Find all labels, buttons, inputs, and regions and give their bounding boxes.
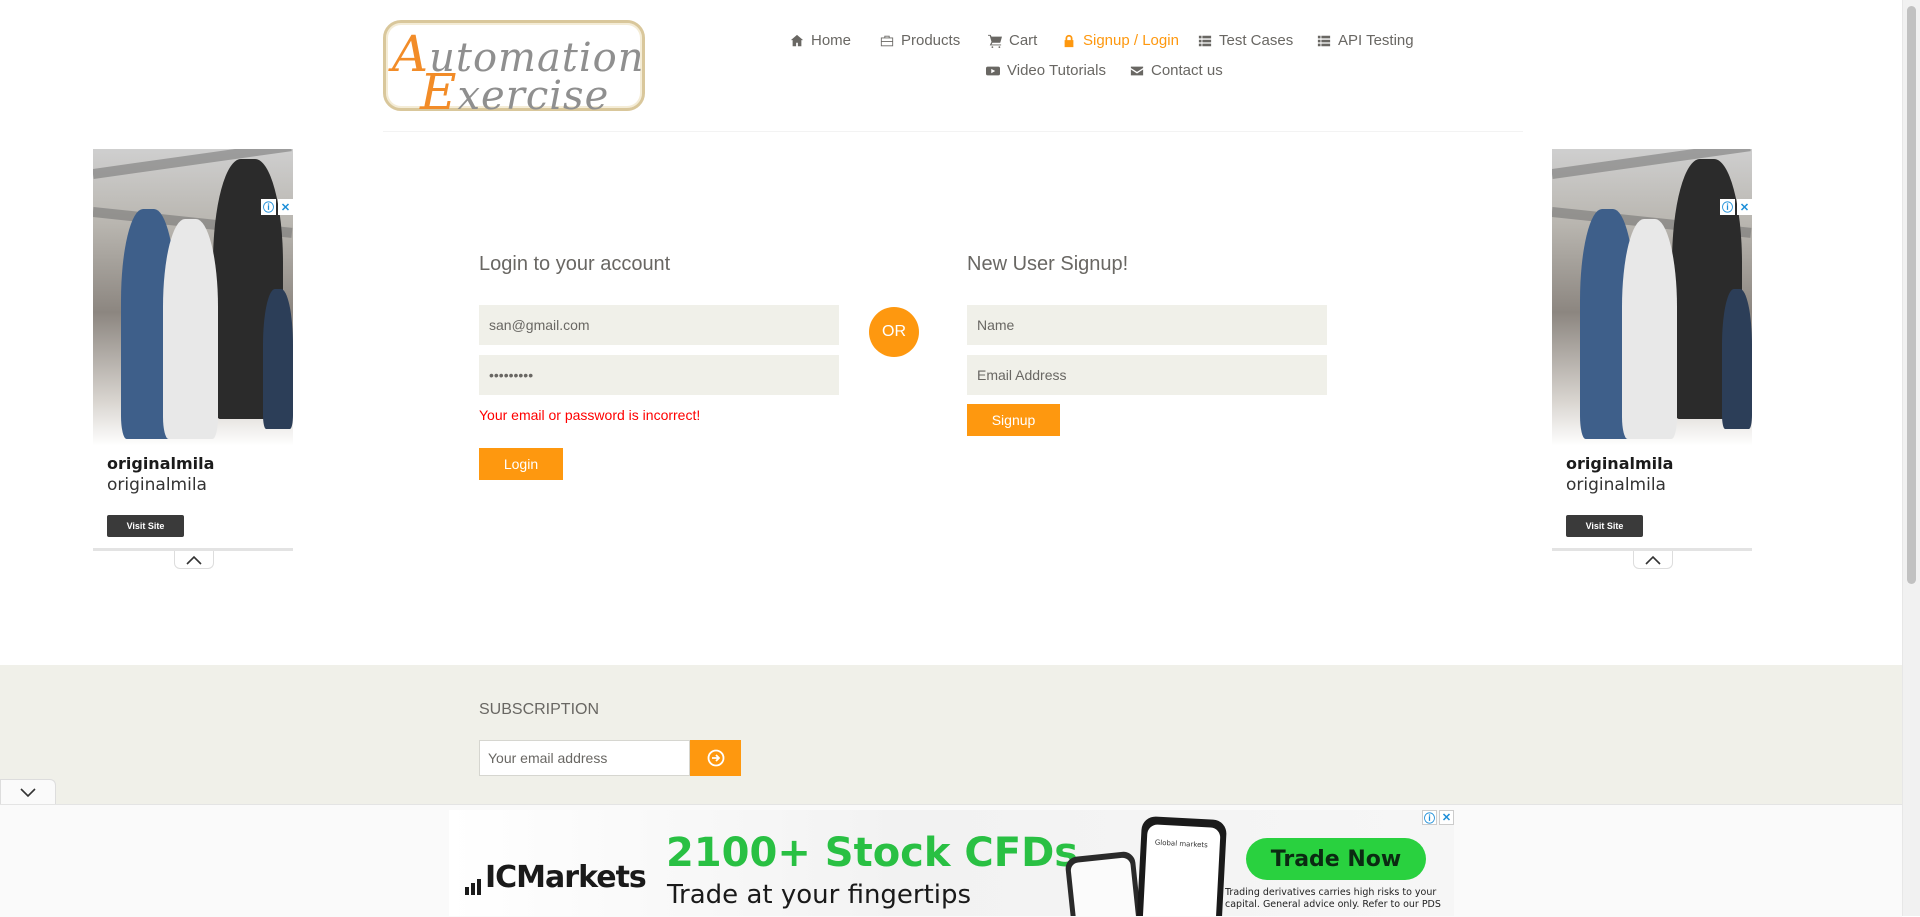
nav-home[interactable]: Home bbox=[790, 32, 851, 49]
icmarkets-banner-ad[interactable]: ICMarkets 2100+ Stock CFDs Trade at your… bbox=[449, 810, 1454, 916]
ad-brand: originalmila bbox=[1566, 475, 1666, 495]
ad-brand-bold: originalmila bbox=[107, 454, 215, 473]
ad-collapse-button[interactable] bbox=[174, 551, 214, 569]
header-divider bbox=[383, 131, 1523, 132]
nav-api-testing[interactable]: API Testing bbox=[1317, 32, 1414, 49]
subscribe-button[interactable] bbox=[690, 740, 741, 776]
nav-test-cases[interactable]: Test Cases bbox=[1198, 32, 1293, 49]
ad-brand: originalmila bbox=[107, 475, 207, 495]
nav-products[interactable]: Products bbox=[880, 32, 960, 49]
site-logo[interactable]: Automation Exercise bbox=[383, 20, 645, 121]
login-email-field[interactable] bbox=[479, 305, 839, 345]
login-error-message: Your email or password is incorrect! bbox=[479, 407, 701, 423]
ad-brand-bold: originalmila bbox=[1566, 454, 1674, 473]
ad-close-icon[interactable]: ✕ bbox=[1439, 810, 1454, 825]
ad-tagline: Trade at your fingertips bbox=[667, 880, 972, 910]
nav-contact-us[interactable]: Contact us bbox=[1130, 62, 1223, 79]
page-scrollbar[interactable] bbox=[1902, 0, 1920, 916]
signup-button[interactable]: Signup bbox=[967, 404, 1060, 436]
icmarkets-logo: ICMarkets bbox=[465, 860, 647, 895]
login-password-field[interactable] bbox=[479, 355, 839, 395]
youtube-icon bbox=[986, 66, 1000, 75]
signup-name-field[interactable] bbox=[967, 305, 1327, 345]
ad-headline: 2100+ Stock CFDs bbox=[666, 830, 1079, 876]
ad-collapse-button[interactable] bbox=[1633, 551, 1673, 569]
subscription-title: SUBSCRIPTION bbox=[479, 701, 600, 718]
nav-video-tutorials[interactable]: Video Tutorials bbox=[986, 62, 1106, 79]
arrow-circle-right-icon bbox=[707, 749, 724, 767]
ad-info-icon[interactable]: ⓘ bbox=[1720, 199, 1735, 215]
subscription-email-input[interactable] bbox=[479, 740, 690, 776]
phone-image bbox=[1064, 850, 1144, 916]
ad-photo bbox=[1552, 149, 1752, 446]
or-divider: OR bbox=[869, 307, 919, 357]
login-button[interactable]: Login bbox=[479, 448, 563, 480]
chevron-down-icon bbox=[20, 787, 36, 797]
nav-cart[interactable]: Cart bbox=[988, 32, 1037, 49]
ad-choices[interactable]: ⓘ ✕ bbox=[1720, 199, 1752, 215]
signup-title: New User Signup! bbox=[967, 253, 1129, 275]
ad-info-icon[interactable]: ⓘ bbox=[1422, 810, 1437, 825]
chevron-up-icon bbox=[186, 555, 202, 565]
right-side-ad[interactable]: ⓘ ✕ originalmila originalmila Visit Site bbox=[1552, 149, 1752, 569]
logo-text-exercise: Exercise bbox=[420, 63, 610, 121]
scrollbar-thumb[interactable] bbox=[1907, 6, 1916, 584]
home-icon bbox=[790, 34, 804, 46]
ad-choices[interactable]: ⓘ ✕ bbox=[1422, 810, 1454, 825]
ad-close-icon[interactable]: ✕ bbox=[1737, 199, 1752, 215]
signup-email-field[interactable] bbox=[967, 355, 1327, 395]
nav-signup-login[interactable]: Signup / Login bbox=[1062, 32, 1179, 49]
lock-icon bbox=[1064, 34, 1074, 47]
ad-choices[interactable]: ⓘ ✕ bbox=[261, 199, 293, 215]
anchor-ad-toggle[interactable] bbox=[0, 779, 56, 805]
products-icon bbox=[880, 35, 894, 46]
list-icon bbox=[1198, 35, 1212, 46]
ad-info-icon[interactable]: ⓘ bbox=[261, 199, 276, 215]
envelope-icon bbox=[1130, 66, 1144, 75]
login-title: Login to your account bbox=[479, 253, 671, 275]
chevron-up-icon bbox=[1645, 555, 1661, 565]
left-side-ad[interactable]: ⓘ ✕ originalmila originalmila Visit Site bbox=[93, 149, 293, 569]
visit-site-button[interactable]: Visit Site bbox=[107, 515, 184, 537]
cart-icon bbox=[988, 34, 1002, 48]
trade-now-button[interactable]: Trade Now bbox=[1246, 838, 1426, 880]
ad-disclaimer: Trading derivatives carries high risks t… bbox=[1225, 887, 1441, 910]
phone-image: Global markets bbox=[1135, 815, 1228, 916]
list-icon bbox=[1317, 35, 1331, 46]
ad-close-icon[interactable]: ✕ bbox=[278, 199, 293, 215]
visit-site-button[interactable]: Visit Site bbox=[1566, 515, 1643, 537]
ad-photo bbox=[93, 149, 293, 446]
